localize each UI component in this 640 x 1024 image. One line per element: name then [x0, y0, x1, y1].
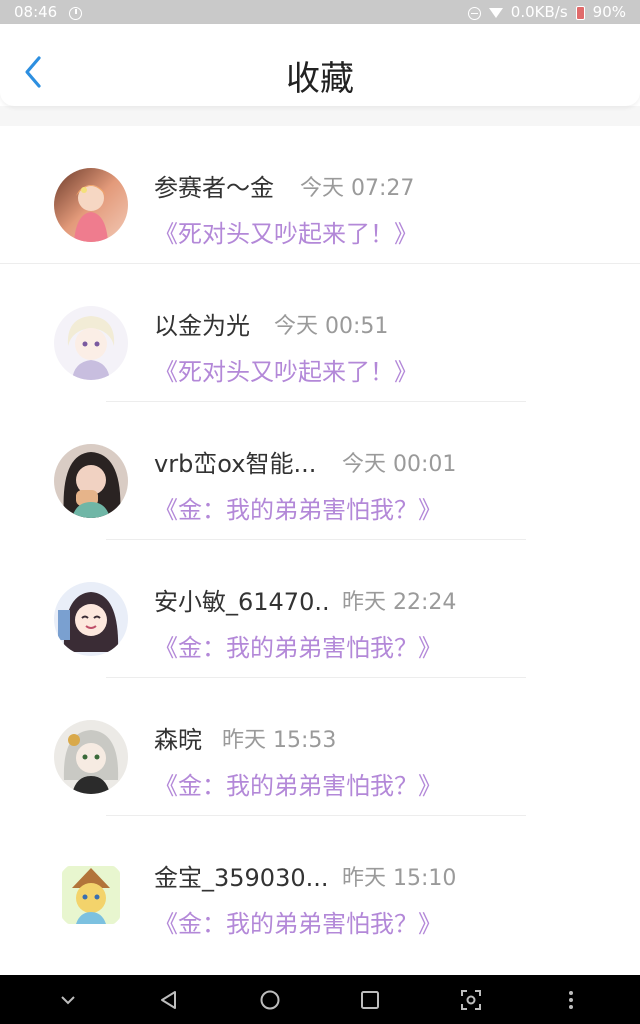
list-item[interactable]: vrb峦ox智能... 今天 00:01 《金：我的弟弟害怕我？》: [0, 402, 640, 540]
username: 安小敏_61470..: [154, 588, 330, 616]
hide-nav-button[interactable]: [55, 987, 81, 1013]
avatar[interactable]: [54, 858, 128, 932]
avatar[interactable]: [54, 444, 128, 518]
page-title: 收藏: [286, 59, 354, 99]
nav-more-button[interactable]: [558, 987, 584, 1013]
screenshot-icon: [461, 990, 481, 1010]
avatar[interactable]: [54, 582, 128, 656]
nav-recents-button[interactable]: [357, 987, 383, 1013]
do-not-disturb-icon: [467, 6, 481, 20]
username: 参赛者〜金: [154, 174, 274, 202]
story-link[interactable]: 《死对头又吵起来了！》: [154, 214, 418, 249]
avatar[interactable]: [54, 168, 128, 242]
favorites-list: 参赛者〜金 今天 07:27 《死对头又吵起来了！》 以金为光 今天 00:51…: [0, 126, 640, 954]
story-link[interactable]: 《金：我的弟弟害怕我？》: [154, 766, 442, 801]
username: 森晥: [154, 726, 202, 754]
alarm-clock-icon: [69, 6, 83, 20]
chevron-down-icon: [61, 996, 75, 1005]
recents-square-icon: [361, 991, 379, 1009]
timestamp: 昨天 15:10: [342, 866, 457, 891]
story-link[interactable]: 《死对头又吵起来了！》: [154, 352, 418, 387]
back-triangle-icon: [161, 991, 176, 1009]
status-bar: 08:46 0.0KB/s 90%: [0, 0, 640, 24]
avatar[interactable]: [54, 306, 128, 380]
timestamp: 今天 00:51: [274, 314, 389, 339]
story-link[interactable]: 《金：我的弟弟害怕我？》: [154, 628, 442, 663]
list-item[interactable]: 以金为光 今天 00:51 《死对头又吵起来了！》: [0, 264, 640, 402]
username: vrb峦ox智能...: [154, 450, 317, 478]
nav-back-button[interactable]: [156, 987, 182, 1013]
network-speed: 0.0KB/s: [510, 3, 568, 21]
header: 收藏: [0, 24, 640, 106]
list-item[interactable]: 安小敏_61470.. 昨天 22:24 《金：我的弟弟害怕我？》: [0, 540, 640, 678]
list-item[interactable]: 参赛者〜金 今天 07:27 《死对头又吵起来了！》: [0, 126, 640, 264]
wifi-icon: [488, 8, 503, 18]
story-link[interactable]: 《金：我的弟弟害怕我？》: [154, 904, 442, 939]
username: 以金为光: [154, 312, 250, 340]
story-link[interactable]: 《金：我的弟弟害怕我？》: [154, 490, 442, 525]
timestamp: 昨天 22:24: [342, 590, 457, 615]
more-dots-icon: [569, 991, 573, 1009]
home-circle-icon: [260, 990, 280, 1010]
list-item[interactable]: 森晥 昨天 15:53 《金：我的弟弟害怕我？》: [0, 678, 640, 816]
username: 金宝_359030...: [154, 864, 329, 892]
timestamp: 今天 00:01: [342, 452, 457, 477]
nav-screenshot-button[interactable]: [458, 987, 484, 1013]
avatar[interactable]: [54, 720, 128, 794]
nav-home-button[interactable]: [257, 987, 283, 1013]
timestamp: 昨天 15:53: [222, 728, 337, 753]
battery-icon: [575, 6, 585, 20]
list-item[interactable]: 金宝_359030... 昨天 15:10 《金：我的弟弟害怕我？》: [0, 816, 640, 954]
timestamp: 今天 07:27: [300, 176, 415, 201]
status-time: 08:46: [14, 3, 58, 21]
header-gap: [0, 106, 640, 126]
system-nav-bar: [0, 975, 640, 1024]
battery-level: 90%: [592, 3, 626, 21]
